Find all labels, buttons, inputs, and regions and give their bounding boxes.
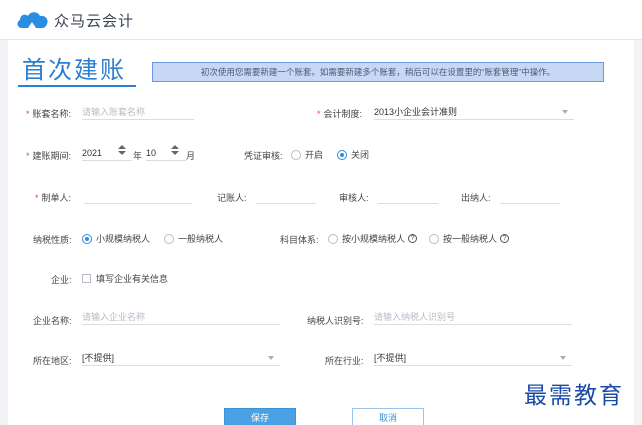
account-name-field[interactable] (82, 104, 194, 120)
required-mark: * (26, 109, 30, 119)
year-unit: 年 (133, 151, 143, 161)
small-scale-taxpayer-radio[interactable]: 小规模纳税人 (82, 232, 150, 245)
radio-icon (328, 233, 338, 244)
month-stepper[interactable]: 10 (146, 145, 186, 161)
general-taxpayer-radio[interactable]: 一般纳税人 (164, 232, 223, 245)
chevron-down-icon[interactable] (562, 109, 568, 114)
chevron-down-icon[interactable] (268, 355, 274, 360)
preparer-label: * 制单人: (35, 193, 72, 203)
radio-selected-icon (82, 233, 92, 244)
period-label: * 建账期间: (26, 151, 72, 161)
checkbox-icon (82, 274, 91, 283)
subject-general-radio[interactable]: 按一般纳税人? (429, 232, 510, 245)
chevron-down-icon[interactable] (560, 355, 566, 360)
accounting-system-label: * 会计制度: (317, 109, 363, 119)
auditor-text-input[interactable] (378, 190, 438, 201)
bookkeeper-input[interactable] (256, 188, 316, 204)
save-button[interactable]: 保存 (224, 408, 296, 425)
required-mark: * (26, 151, 30, 161)
logo[interactable]: 众马云会计 (16, 10, 134, 30)
bookkeeper-label: 记账人: (217, 193, 247, 203)
accounting-system-value: 2013小企业会计准则 (374, 107, 458, 117)
year-value: 2021 (82, 147, 103, 158)
top-bar: 众马云会计 (0, 0, 642, 40)
year-stepper-buttons[interactable] (118, 145, 126, 155)
cashier-text-input[interactable] (500, 190, 560, 201)
month-value: 10 (146, 147, 157, 158)
industry-select[interactable]: [不提供] (374, 350, 572, 366)
radio-icon (291, 149, 301, 160)
accounting-system-select[interactable]: 2013小企业会计准则 (374, 104, 574, 120)
logo-text: 众马云会计 (54, 12, 135, 30)
industry-label: 所在行业: (325, 356, 364, 366)
month-decrement-icon[interactable] (171, 151, 179, 155)
voucher-review-label: 凭证审核: (244, 151, 283, 161)
taxpayer-id-label: 纳税人识别号: (307, 316, 364, 326)
account-name-input[interactable] (82, 106, 194, 117)
industry-value: [不提供] (374, 353, 407, 363)
enterprise-label: 企业: (51, 275, 72, 285)
page-title: 首次建账 (22, 56, 126, 84)
radio-selected-icon (337, 149, 347, 160)
region-label: 所在地区: (33, 356, 72, 366)
radio-icon (164, 233, 174, 244)
title-underline (18, 85, 136, 87)
region-select[interactable]: [不提供] (82, 350, 280, 366)
subject-system-label: 科目体系: (280, 235, 319, 245)
taxpayer-id-field[interactable] (374, 309, 572, 325)
preparer-text-input[interactable] (84, 190, 192, 201)
year-decrement-icon[interactable] (118, 151, 126, 155)
taxpayer-id-input[interactable] (374, 311, 572, 322)
subject-small-scale-radio[interactable]: 按小规模纳税人? (328, 232, 418, 245)
watermark-text: 最需教育 (524, 383, 624, 409)
tax-nature-label: 纳税性质: (33, 235, 72, 245)
cashier-label: 出纳人: (461, 193, 491, 203)
voucher-review-off-radio[interactable]: 关闭 (337, 148, 369, 161)
cashier-input[interactable] (500, 188, 560, 204)
help-icon[interactable]: ? (408, 234, 418, 243)
region-value: [不提供] (82, 353, 115, 363)
account-name-label: * 账套名称: (26, 109, 72, 119)
month-increment-icon[interactable] (171, 145, 179, 149)
year-increment-icon[interactable] (118, 145, 126, 149)
auditor-input[interactable] (378, 188, 438, 204)
company-name-input[interactable] (82, 311, 280, 322)
cancel-button[interactable]: 取消 (352, 408, 424, 425)
voucher-review-on-radio[interactable]: 开启 (291, 148, 323, 161)
month-unit: 月 (186, 151, 196, 161)
notice-banner: 初次使用您需要新建一个账套。如需要新建多个账套，稍后可以在设置里的“账套管理”中… (152, 62, 604, 82)
bookkeeper-text-input[interactable] (256, 190, 316, 201)
company-name-label: 企业名称: (33, 316, 72, 326)
required-mark: * (35, 193, 39, 203)
company-name-field[interactable] (82, 309, 280, 325)
preparer-input[interactable] (84, 188, 192, 204)
help-icon[interactable]: ? (500, 234, 510, 243)
cloud-icon (17, 12, 48, 28)
month-stepper-buttons[interactable] (171, 145, 179, 155)
enterprise-info-checkbox[interactable]: 填写企业有关信息 (82, 272, 168, 285)
required-mark: * (317, 109, 321, 119)
radio-icon (429, 233, 439, 244)
auditor-label: 审核人: (339, 193, 369, 203)
